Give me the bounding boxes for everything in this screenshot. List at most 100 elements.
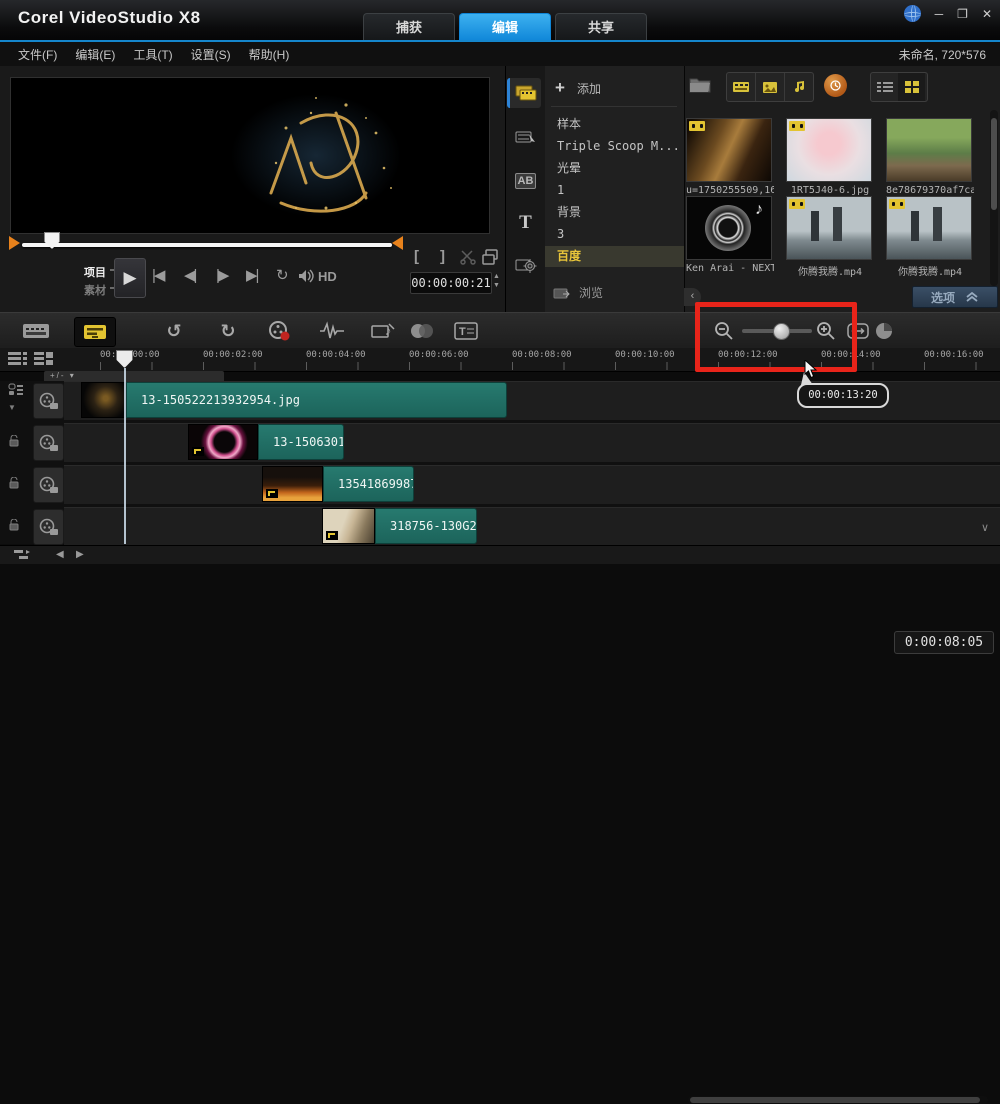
media-item[interactable]: 8e78679370af7ca... [886, 118, 974, 196]
tab-share[interactable]: 共享 [555, 13, 647, 41]
project-mode-toggle[interactable]: 项目 [84, 264, 106, 280]
graphics-library-icon[interactable] [510, 250, 541, 280]
split-clip-icon[interactable] [460, 249, 476, 265]
instant-project-icon[interactable] [510, 122, 541, 152]
close-button[interactable]: ✕ [982, 7, 992, 21]
subtitle-editor-icon[interactable]: T [452, 319, 480, 343]
fit-project-icon[interactable] [844, 319, 872, 343]
media-item[interactable]: 你腾我腾.mp4 [886, 196, 974, 278]
menu-settings[interactable]: 设置(S) [191, 46, 231, 63]
track-lock-icon[interactable] [8, 519, 20, 531]
add-folder-button[interactable]: + 添加 [555, 78, 601, 98]
trim-start-handle[interactable] [9, 236, 20, 250]
timeline-clip[interactable]: 135418699876. [323, 466, 414, 502]
track-manager-icon[interactable] [34, 351, 54, 367]
show-audio-icon[interactable] [785, 73, 813, 101]
clip-mode-toggle[interactable]: 素材 [84, 282, 106, 298]
folder-item-background[interactable]: 背景 [545, 202, 684, 223]
preview-video[interactable] [10, 77, 490, 234]
tab-edit[interactable]: 编辑 [459, 13, 551, 41]
folder-item-halo[interactable]: 光晕 [545, 158, 684, 179]
preview-timecode[interactable]: 00:00:00:21 [410, 272, 492, 294]
scrubber-track[interactable] [22, 243, 392, 247]
go-start-button[interactable]: |◀ [152, 266, 163, 284]
scrollbar-thumb[interactable] [991, 118, 997, 210]
sound-mixer-icon[interactable] [318, 319, 346, 343]
collapse-panel-button[interactable]: ‹ [684, 288, 701, 306]
media-item[interactable]: u=1750255509,16... [686, 118, 774, 196]
project-duration-timecode[interactable]: 0:00:08:05 [894, 631, 994, 654]
track-transparency-icon[interactable] [408, 319, 436, 343]
overlay-track-icon[interactable] [33, 467, 64, 503]
scroll-left-button[interactable]: ◀ [56, 549, 64, 560]
show-photos-icon[interactable] [756, 73, 785, 101]
folder-item-1[interactable]: 1 [545, 180, 684, 201]
track-lock-icon[interactable] [8, 435, 20, 447]
folder-item-3[interactable]: 3 [545, 224, 684, 245]
clip-thumbnail[interactable] [81, 382, 126, 418]
scroll-down-button[interactable]: ∨ [976, 518, 994, 538]
grid-view-icon[interactable] [898, 73, 925, 101]
track-lock-icon[interactable] [8, 477, 20, 489]
hd-button[interactable]: HD [318, 269, 337, 284]
maximize-button[interactable]: ❐ [957, 7, 968, 21]
trim-end-handle[interactable] [392, 236, 403, 250]
menu-help[interactable]: 帮助(H) [249, 46, 290, 63]
menu-file[interactable]: 文件(F) [18, 46, 57, 63]
track-lane[interactable] [64, 507, 1000, 545]
timeline-ruler[interactable]: 00:00:00:00 00:00:02:00 00:00:04:00 00:0… [0, 348, 1000, 372]
media-item[interactable]: 1RT5J40-6.jpg [786, 118, 874, 196]
show-all-tracks-icon[interactable] [8, 351, 28, 367]
transition-library-icon[interactable]: AB [510, 166, 541, 196]
folder-item-triple-scoop[interactable]: Triple Scoop M... [545, 136, 684, 157]
clip-thumbnail[interactable] [262, 466, 323, 502]
tab-capture[interactable]: 捕获 [363, 13, 455, 41]
undo-icon[interactable]: ↺ [160, 319, 188, 343]
browse-button[interactable]: 浏览 [553, 284, 603, 301]
list-view-icon[interactable] [871, 73, 898, 101]
instant-project-round-icon[interactable] [824, 74, 847, 97]
folder-item-samples[interactable]: 样本 [545, 114, 684, 135]
clip-thumbnail[interactable] [188, 424, 258, 460]
mark-in-button[interactable]: [ [414, 248, 419, 265]
play-button[interactable]: ▶ [114, 258, 146, 298]
minimize-button[interactable]: ─ [935, 7, 944, 21]
project-duration-clock-icon[interactable] [870, 319, 898, 343]
timeline-view-icon[interactable] [74, 317, 116, 347]
clip-thumbnail[interactable] [322, 508, 375, 544]
ripple-edit-icon[interactable] [8, 383, 24, 397]
scrollbar-thumb[interactable] [690, 1097, 980, 1103]
go-end-button[interactable]: ▶| [246, 266, 257, 284]
timeline-clip[interactable]: 318756-130G222 [375, 508, 477, 544]
chevron-down-icon[interactable]: ▼ [8, 403, 16, 412]
track-add-remove-bar[interactable]: +/- ▾ [44, 371, 224, 381]
record-capture-icon[interactable] [266, 319, 294, 343]
track-lane[interactable] [64, 465, 1000, 504]
menu-tools[interactable]: 工具(T) [133, 46, 172, 63]
show-videos-icon[interactable] [727, 73, 756, 101]
prev-frame-button[interactable]: ◀| [184, 266, 195, 284]
video-track-icon[interactable] [33, 383, 64, 419]
zoom-out-icon[interactable] [710, 319, 738, 343]
timeline-clip[interactable]: 13-150630192 [258, 424, 344, 460]
media-item[interactable]: 你腾我腾.mp4 [786, 196, 874, 278]
title-library-icon[interactable]: T [510, 208, 541, 238]
media-library-icon[interactable] [507, 78, 541, 108]
auto-music-icon[interactable]: ♪ [370, 319, 398, 343]
folder-item-baidu[interactable]: 百度 [545, 246, 684, 267]
scroll-right-button[interactable]: ▶ [76, 549, 84, 560]
horizontal-scrollbar[interactable] [688, 1096, 988, 1104]
import-folder-icon[interactable] [688, 74, 712, 94]
timeline-clip[interactable]: 13-150522213932954.jpg [126, 382, 507, 418]
redo-icon[interactable]: ↻ [214, 319, 242, 343]
overlay-track-icon[interactable] [33, 509, 64, 545]
library-scrollbar[interactable] [990, 110, 998, 286]
zoom-slider-thumb[interactable] [773, 323, 790, 340]
globe-icon[interactable] [904, 5, 921, 22]
mark-out-button[interactable]: ] [440, 248, 445, 265]
next-frame-button[interactable]: |▶ [216, 266, 227, 284]
overlay-track-icon[interactable] [33, 425, 64, 461]
menu-edit[interactable]: 编辑(E) [75, 46, 115, 63]
storyboard-view-icon[interactable] [16, 317, 56, 345]
volume-icon[interactable] [298, 269, 316, 283]
